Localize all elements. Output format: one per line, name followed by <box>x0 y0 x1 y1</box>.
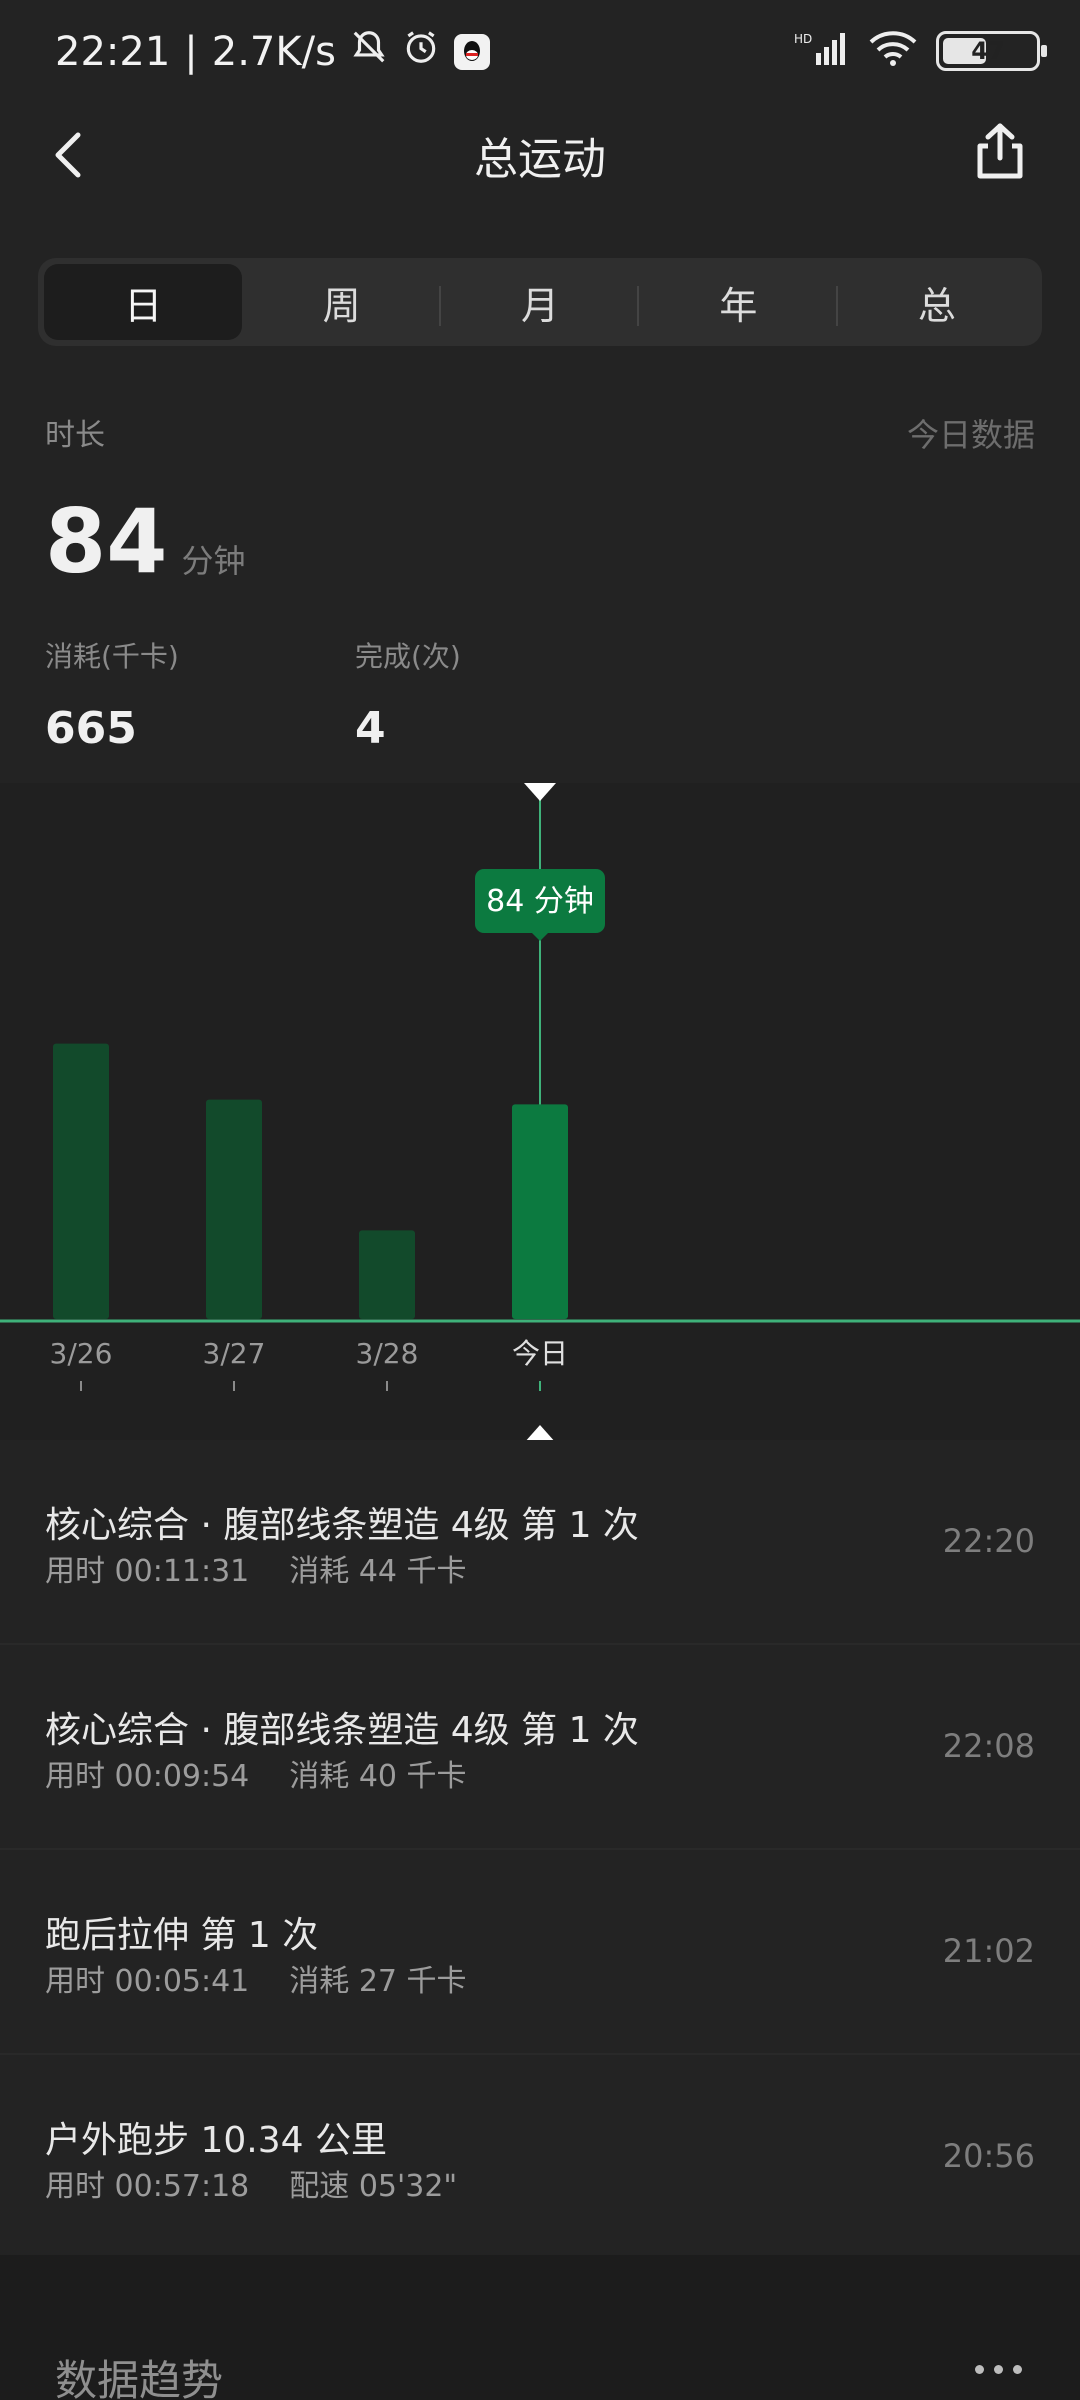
duration-unit: 分钟 <box>181 542 246 580</box>
completed-label: 完成(次) <box>355 640 461 673</box>
x-tick-label: 3/27 <box>203 1337 266 1370</box>
signal-icon: HD <box>794 31 850 71</box>
activity-item[interactable]: 核心综合 · 腹部线条塑造 4级 第 1 次用时 00:11:31 消耗 44 千… <box>0 1440 1080 1645</box>
activity-item[interactable]: 跑后拉伸 第 1 次用时 00:05:41 消耗 27 千卡 21:02 <box>0 1850 1080 2055</box>
activity-item[interactable]: 户外跑步 10.34 公里用时 00:57:18 配速 05'32" 20:56 <box>0 2055 1080 2260</box>
activity-duration: 用时 00:09:54 <box>45 1759 250 1794</box>
activity-list: 核心综合 · 腹部线条塑造 4级 第 1 次用时 00:11:31 消耗 44 千… <box>0 1440 1080 2260</box>
activity-metric: 消耗 27 千卡 <box>289 1964 467 1999</box>
alarm-icon <box>402 28 440 76</box>
x-tick-label: 3/28 <box>356 1337 419 1370</box>
summary-section: 时长 今日数据 84 分钟 消耗(千卡) 665 完成(次) 4 <box>45 410 1035 754</box>
more-dot <box>1013 2365 1022 2374</box>
activity-time: 22:20 <box>942 1522 1035 1560</box>
tab-month[interactable]: 月 <box>441 264 640 340</box>
tab-week[interactable]: 周 <box>242 264 441 340</box>
share-icon <box>977 123 1023 179</box>
tab-label: 年 <box>719 283 758 328</box>
activity-name: 核心综合 · 腹部线条塑造 4级 第 1 次 <box>45 1505 639 1546</box>
activity-name: 跑后拉伸 第 1 次 <box>45 1915 319 1956</box>
duration-chart[interactable]: 3/26 3/27 3/28 今日 84 分钟 <box>0 783 1080 1443</box>
period-tabs: 日 周 月 年 总 <box>38 258 1042 346</box>
chart-bar[interactable] <box>53 1043 109 1319</box>
top-marker-icon <box>524 783 556 801</box>
network-speed: 2.7K/s <box>211 29 336 75</box>
more-dot <box>994 2365 1003 2374</box>
wifi-icon <box>868 30 918 72</box>
activity-duration: 用时 00:05:41 <box>45 1964 250 1999</box>
duration-row: 84 分钟 <box>45 490 245 593</box>
tab-label: 总 <box>917 283 956 328</box>
share-button[interactable] <box>970 120 1030 184</box>
activity-details: 用时 00:11:31 消耗 44 千卡 <box>45 1546 467 1590</box>
more-button[interactable] <box>975 2365 1022 2374</box>
calories-label: 消耗(千卡) <box>45 640 179 673</box>
battery-icon: 47 <box>936 31 1047 71</box>
page-title: 总运动 <box>474 134 606 185</box>
trend-section: 数据趋势 <box>0 2255 1080 2400</box>
tab-label: 月 <box>521 283 560 328</box>
activity-metric: 消耗 40 千卡 <box>289 1759 467 1794</box>
activity-duration: 用时 00:11:31 <box>45 1554 250 1589</box>
tab-year[interactable]: 年 <box>639 264 838 340</box>
app-header: 总运动 <box>0 115 1080 200</box>
status-left: 22:21 | 2.7K/s <box>55 28 490 76</box>
activity-name: 核心综合 · 腹部线条塑造 4级 第 1 次 <box>45 1710 639 1751</box>
trend-title: 数据趋势 <box>55 2356 224 2400</box>
more-dot <box>975 2365 984 2374</box>
svg-text:HD: HD <box>794 32 812 46</box>
activity-details: 用时 00:57:18 配速 05'32" <box>45 2161 457 2205</box>
x-tick-label: 3/26 <box>50 1337 113 1370</box>
tooltip-text: 84 分钟 <box>486 884 594 919</box>
chart-svg: 3/26 3/27 3/28 今日 84 分钟 <box>0 783 1080 1443</box>
activity-time: 22:08 <box>942 1727 1035 1765</box>
activity-name: 户外跑步 10.34 公里 <box>45 2120 387 2161</box>
chart-bar[interactable] <box>512 1104 568 1319</box>
completed-value: 4 <box>355 703 386 754</box>
activity-time: 21:02 <box>942 1932 1035 1970</box>
tab-label: 周 <box>322 283 361 328</box>
chart-bar[interactable] <box>206 1099 262 1319</box>
activity-time: 20:56 <box>942 2137 1035 2175</box>
clock: 22:21 <box>55 29 171 75</box>
completed-stat: 完成(次) 4 <box>355 635 461 754</box>
tab-label: 日 <box>124 283 163 328</box>
activity-metric: 配速 05'32" <box>289 2169 458 2204</box>
duration-label: 时长 <box>45 418 105 453</box>
today-data-label: 今日数据 <box>906 416 1035 454</box>
x-tick-label: 今日 <box>512 1337 568 1370</box>
chart-bar[interactable] <box>359 1230 415 1319</box>
calories-stat: 消耗(千卡) 665 <box>45 635 179 754</box>
tooltip-pointer <box>532 933 548 941</box>
mute-icon <box>350 28 388 76</box>
activity-duration: 用时 00:57:18 <box>45 2169 250 2204</box>
activity-item[interactable]: 核心综合 · 腹部线条塑造 4级 第 1 次用时 00:09:54 消耗 40 千… <box>0 1645 1080 1850</box>
duration-value: 84 <box>45 490 168 593</box>
tab-total[interactable]: 总 <box>838 264 1036 340</box>
activity-details: 用时 00:09:54 消耗 40 千卡 <box>45 1751 467 1795</box>
activity-metric: 消耗 44 千卡 <box>289 1554 467 1589</box>
qq-icon <box>453 34 490 70</box>
tab-day[interactable]: 日 <box>44 264 243 340</box>
divider: | <box>184 29 198 75</box>
activity-details: 用时 00:05:41 消耗 27 千卡 <box>45 1956 467 2000</box>
status-bar: 22:21 | 2.7K/s HD 47 <box>0 0 1080 100</box>
status-right: HD 47 <box>794 30 1047 72</box>
calories-value: 665 <box>45 703 137 754</box>
battery-level: 47 <box>971 37 1005 65</box>
